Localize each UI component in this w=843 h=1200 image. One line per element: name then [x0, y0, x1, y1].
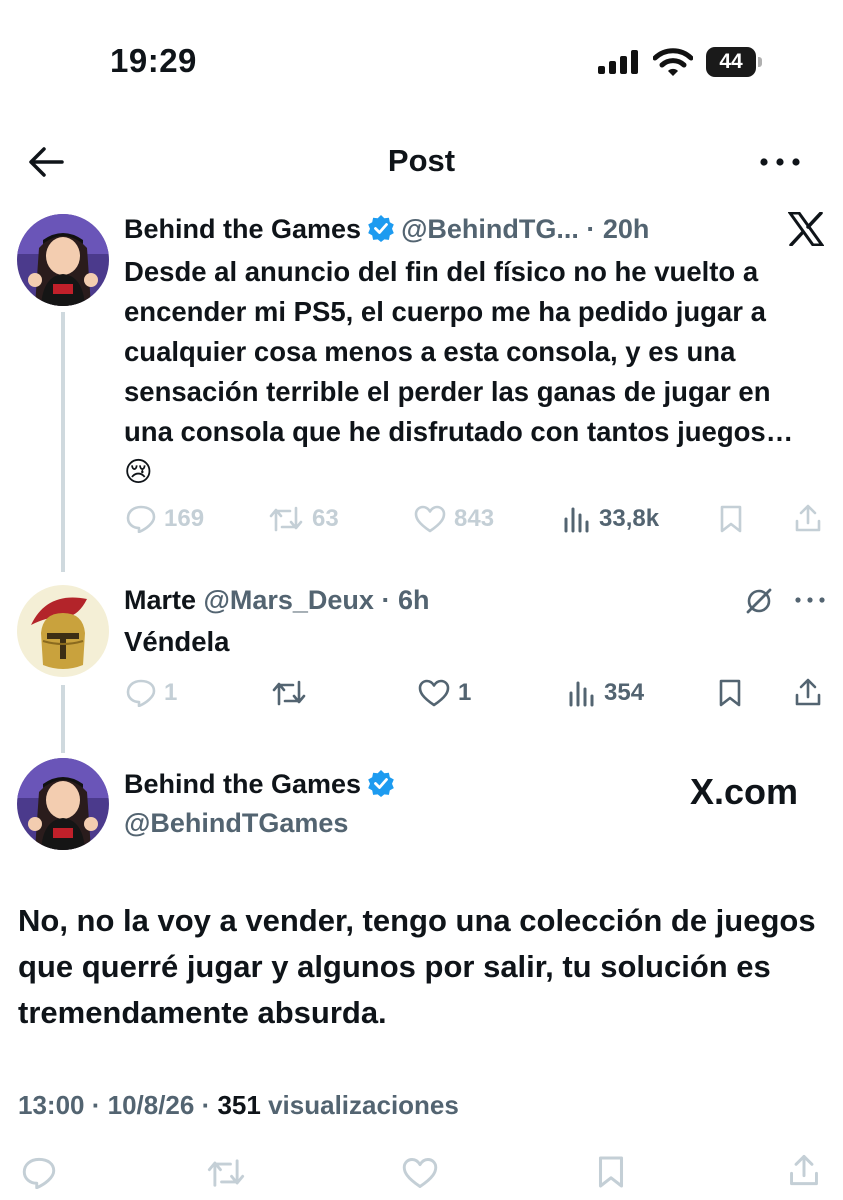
verified-badge-icon	[367, 769, 395, 797]
like-button[interactable]: 1	[418, 679, 471, 707]
reply-count: 1	[164, 679, 178, 706]
author-handle[interactable]: @Mars_Deux	[204, 585, 374, 615]
views-icon	[569, 681, 594, 707]
share-icon[interactable]	[794, 677, 822, 707]
battery-level: 44	[719, 50, 743, 73]
status-time: 19:29	[110, 42, 197, 79]
tweet-header: Behind the Games @BehindTG... · 20h	[124, 214, 650, 244]
bookmark-icon[interactable]	[719, 505, 743, 533]
author-name[interactable]: Behind the Games	[124, 214, 361, 244]
reply-icon[interactable]	[22, 1157, 56, 1189]
author-handle[interactable]: @BehindTGames	[124, 808, 348, 839]
x-com-watermark: X.com	[690, 771, 799, 812]
bookmark-icon[interactable]	[597, 1155, 625, 1189]
tweet-age[interactable]: 6h	[398, 585, 430, 615]
reply-icon	[126, 679, 156, 707]
views-count: 33,8k	[599, 505, 660, 532]
tweet-time[interactable]: 13:00	[18, 1090, 85, 1120]
views-button[interactable]: 354	[568, 679, 644, 707]
reply-icon	[126, 505, 156, 533]
tweet-header: Marte @Mars_Deux · 6h	[124, 585, 430, 615]
thread-line	[61, 312, 65, 572]
views-icon	[564, 507, 589, 533]
share-icon[interactable]	[794, 503, 822, 533]
reply-button[interactable]: 169	[126, 505, 204, 533]
wifi-icon	[653, 48, 693, 76]
tweet-text: No, no la voy a vender, tengo una colecc…	[18, 903, 816, 1030]
like-button[interactable]: 843	[414, 505, 494, 533]
avatar[interactable]	[17, 214, 109, 306]
reply-count: 169	[164, 505, 205, 532]
verified-badge-icon	[367, 214, 395, 242]
reply-button[interactable]: 1	[126, 679, 177, 707]
more-icon[interactable]	[760, 158, 802, 166]
like-icon[interactable]	[402, 1157, 438, 1189]
tweet-text: Véndela	[124, 626, 230, 657]
avatar[interactable]	[17, 758, 109, 850]
like-icon	[418, 679, 450, 707]
tweet-text: Desde al anuncio del fin del físico no h…	[124, 256, 794, 487]
like-icon	[414, 505, 446, 533]
views-count: 351	[217, 1090, 261, 1120]
like-count: 843	[454, 505, 495, 532]
battery-icon: 44	[706, 47, 762, 77]
repost-icon	[269, 506, 303, 532]
repost-icon[interactable]	[206, 1157, 246, 1189]
cellular-signal-icon	[598, 50, 642, 74]
author-name[interactable]: Behind the Games	[124, 769, 361, 799]
views-count: 354	[604, 679, 645, 706]
author-name[interactable]: Marte	[124, 585, 196, 615]
views-label: visualizaciones	[268, 1090, 459, 1120]
tweet-date[interactable]: 10/8/26	[108, 1090, 195, 1120]
bookmark-icon[interactable]	[718, 679, 742, 707]
more-icon[interactable]	[795, 597, 825, 603]
repost-count: 63	[312, 505, 339, 532]
share-icon[interactable]	[788, 1153, 820, 1187]
page-title: Post	[387, 143, 456, 178]
repost-icon	[272, 680, 306, 706]
repost-button[interactable]: 63	[268, 505, 339, 533]
tweet-meta: 13:00 · 10/8/26 · 351 visualizaciones	[18, 1090, 459, 1120]
tweet-header: Behind the Games	[124, 769, 401, 800]
author-handle[interactable]: @BehindTG...	[401, 214, 579, 244]
views-button[interactable]: 33,8k	[563, 505, 659, 533]
x-logo-icon	[788, 212, 824, 246]
tweet-age[interactable]: 20h	[603, 214, 650, 244]
like-count: 1	[458, 679, 472, 706]
repost-button[interactable]	[271, 679, 307, 707]
grok-icon[interactable]	[744, 586, 774, 616]
thread-line	[61, 685, 65, 753]
avatar[interactable]	[17, 585, 109, 677]
